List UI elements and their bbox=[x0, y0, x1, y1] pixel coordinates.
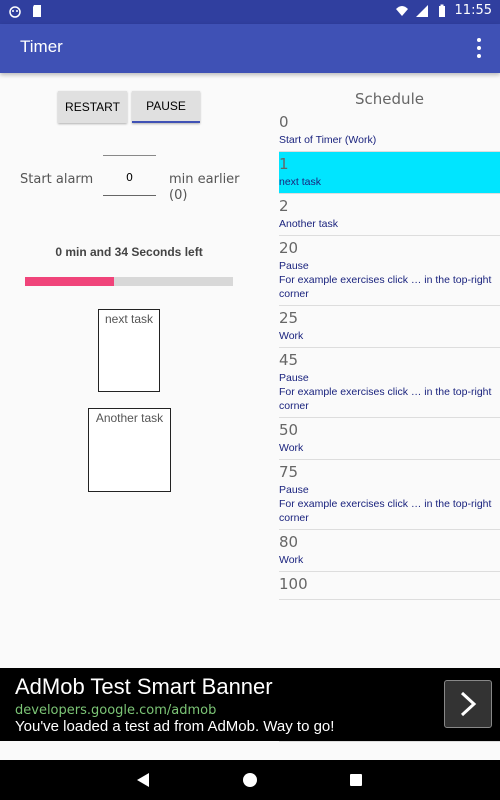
alarm-field-top-line bbox=[103, 155, 156, 156]
alarm-label: Start alarm bbox=[20, 172, 94, 187]
signal-icon bbox=[415, 4, 428, 17]
schedule-list[interactable]: 0 Start of Timer (Work) 1 next task 2 Another… bbox=[279, 110, 500, 600]
schedule-item-description: For example exercises click … in the top… bbox=[279, 386, 492, 412]
ad-url[interactable]: developers.google.com/admob bbox=[15, 703, 216, 718]
schedule-item-description: next task bbox=[279, 176, 322, 188]
app-bar: Timer bbox=[0, 24, 500, 73]
schedule-item[interactable]: 1 next task bbox=[279, 152, 500, 194]
status-bar: 11:55 bbox=[0, 0, 500, 24]
wifi-icon bbox=[395, 5, 408, 16]
restart-button[interactable]: RESTART bbox=[58, 91, 127, 123]
schedule-item-time: 20 bbox=[279, 239, 299, 257]
divider bbox=[279, 741, 500, 742]
schedule-item-time: 2 bbox=[279, 197, 289, 215]
schedule-item[interactable]: 80 Work bbox=[279, 530, 500, 572]
time-left-text: 0 min and 34 Seconds left bbox=[55, 245, 203, 259]
upcoming-task-card[interactable]: Another task bbox=[88, 408, 171, 492]
schedule-item-description: For example exercises click … in the top… bbox=[279, 498, 492, 524]
alarm-suffix: min earlier (0) bbox=[169, 172, 240, 204]
schedule-item-description: Start of Timer (Work) bbox=[279, 134, 377, 146]
schedule-item-time: 50 bbox=[279, 421, 299, 439]
schedule-item[interactable]: 50 Work bbox=[279, 418, 500, 460]
app-title: Timer bbox=[20, 37, 63, 56]
ad-banner[interactable]: AdMob Test Smart Banner developers.googl… bbox=[0, 668, 500, 741]
android-debug-icon bbox=[9, 6, 21, 18]
schedule-item-description: Work bbox=[279, 330, 304, 342]
navigation-bar bbox=[0, 760, 500, 800]
schedule-item-description: Work bbox=[279, 554, 304, 566]
home-icon[interactable] bbox=[243, 773, 257, 787]
ad-title: AdMob Test Smart Banner bbox=[15, 674, 273, 699]
schedule-item[interactable]: 20 Pause For example exercises click … in … bbox=[279, 236, 500, 306]
schedule-overflow-area bbox=[0, 741, 500, 760]
schedule-item-description: Pause bbox=[279, 484, 309, 496]
schedule-item-description: Another task bbox=[279, 218, 338, 230]
current-task-card[interactable]: next task bbox=[98, 309, 160, 392]
ad-open-button[interactable] bbox=[444, 680, 492, 728]
schedule-item-time: 0 bbox=[279, 113, 289, 131]
schedule-item-time: 75 bbox=[279, 463, 299, 481]
battery-icon bbox=[438, 4, 445, 17]
schedule-item[interactable]: 75 Pause For example exercises click … in … bbox=[279, 460, 500, 530]
schedule-item[interactable]: 25 Work bbox=[279, 306, 500, 348]
recent-apps-icon[interactable] bbox=[350, 774, 362, 786]
schedule-item[interactable]: 45 Pause For example exercises click … in … bbox=[279, 348, 500, 418]
schedule-item-time: 25 bbox=[279, 309, 299, 327]
status-time: 11:55 bbox=[454, 3, 492, 18]
schedule-item-time: 80 bbox=[279, 533, 299, 551]
pause-button[interactable]: PAUSE bbox=[132, 91, 200, 123]
schedule-item-description: Work bbox=[279, 442, 304, 454]
timer-progress-bar bbox=[25, 277, 233, 286]
schedule-item[interactable]: 2 Another task bbox=[279, 194, 500, 236]
schedule-item-description: Pause bbox=[279, 260, 309, 272]
ad-description: You've loaded a test ad from AdMob. Way … bbox=[15, 718, 335, 735]
alarm-suffix-unit: min earlier bbox=[169, 172, 240, 187]
schedule-item-time: 45 bbox=[279, 351, 299, 369]
alarm-suffix-value: (0) bbox=[169, 188, 188, 203]
schedule-item-time: 1 bbox=[279, 155, 289, 173]
back-icon[interactable] bbox=[136, 772, 150, 788]
timer-progress-fill bbox=[25, 277, 115, 286]
chevron-right-icon bbox=[460, 691, 477, 717]
schedule-item-time: 100 bbox=[279, 575, 308, 593]
schedule-item[interactable]: 0 Start of Timer (Work) bbox=[279, 110, 500, 152]
schedule-item-description: For example exercises click … in the top… bbox=[279, 274, 492, 300]
schedule-item[interactable]: 100 bbox=[279, 572, 500, 600]
schedule-title: Schedule bbox=[355, 90, 424, 108]
schedule-item-description: Pause bbox=[279, 372, 309, 384]
sd-card-icon bbox=[33, 5, 41, 17]
overflow-menu-icon[interactable] bbox=[476, 38, 482, 58]
alarm-minutes-input[interactable] bbox=[103, 160, 156, 196]
